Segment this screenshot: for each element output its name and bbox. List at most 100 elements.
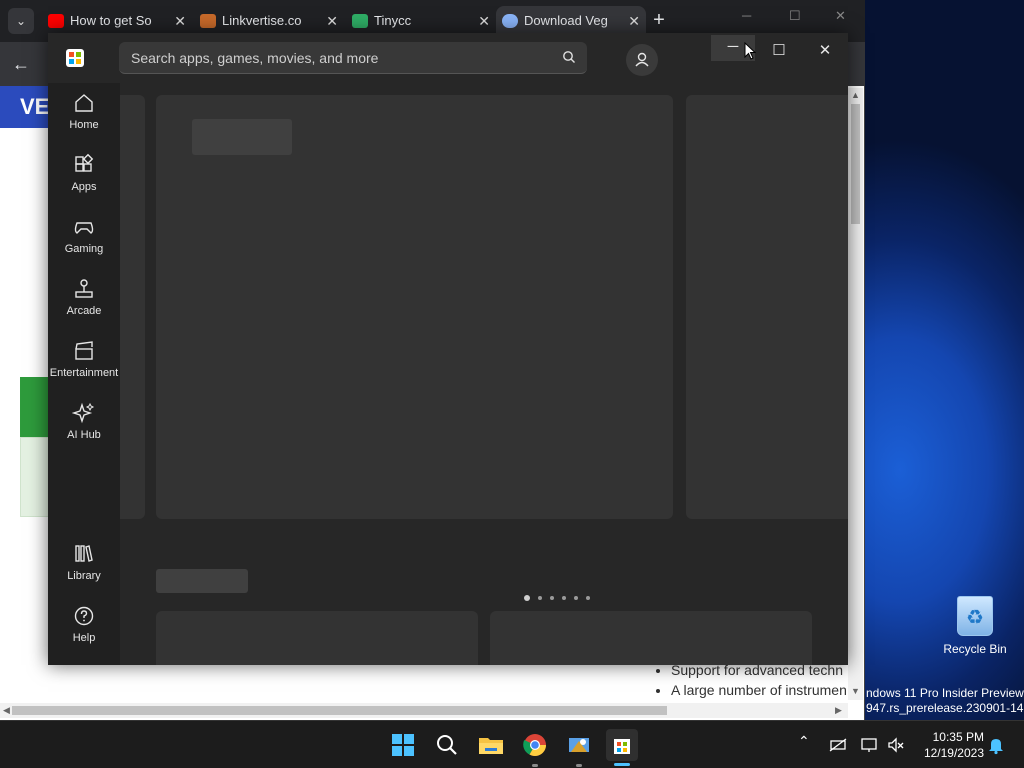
apps-icon <box>75 153 94 172</box>
active-indicator <box>614 763 630 766</box>
carousel-pager[interactable] <box>524 589 598 607</box>
scroll-right-icon[interactable]: ▶ <box>835 705 842 716</box>
watermark-line-2: 947.rs_prerelease.230901-1416 <box>866 701 1024 715</box>
scrollbar-thumb[interactable] <box>12 706 667 715</box>
store-taskbar-button[interactable] <box>606 729 638 761</box>
recycle-bin[interactable]: Recycle Bin <box>940 596 1010 656</box>
store-close-button[interactable]: ✕ <box>810 41 840 59</box>
sidebar-item-label: Entertainment <box>49 367 119 379</box>
sidebar-item-ai-hub[interactable]: AI Hub <box>48 401 120 459</box>
account-button[interactable] <box>626 44 658 76</box>
browser-close-button[interactable]: ✕ <box>835 8 846 24</box>
taskbar: ⌃ 10:35 PM 12/19/2023 <box>0 720 1024 768</box>
search-icon[interactable] <box>562 50 576 64</box>
scrollbar-thumb[interactable] <box>851 104 860 224</box>
tab-search-button[interactable]: ⌄ <box>8 8 34 34</box>
volume-muted-icon[interactable] <box>886 735 906 755</box>
search-input[interactable]: Search apps, games, movies, and more <box>119 42 587 74</box>
app-button[interactable] <box>563 729 595 761</box>
chrome-button[interactable] <box>519 729 551 761</box>
running-indicator <box>532 764 538 767</box>
green-banner <box>20 377 50 437</box>
chevron-down-icon: ⌄ <box>15 14 27 28</box>
back-arrow-icon[interactable]: ← <box>12 54 30 75</box>
gamepad-icon <box>74 222 94 234</box>
start-button[interactable] <box>387 729 419 761</box>
tab-label: Linkvertise.co <box>222 13 302 28</box>
sidebar-item-apps[interactable]: Apps <box>48 153 120 211</box>
sidebar-item-label: AI Hub <box>67 429 101 441</box>
placeholder-section-title <box>156 569 248 593</box>
file-explorer-button[interactable] <box>475 729 507 761</box>
close-icon[interactable]: ✕ <box>174 6 186 36</box>
carousel-card-prev[interactable] <box>120 95 145 519</box>
system-clock[interactable]: 10:35 PM 12/19/2023 <box>912 729 984 761</box>
recycle-bin-icon <box>957 596 993 636</box>
green-panel <box>20 437 50 517</box>
clapperboard-icon <box>75 341 93 360</box>
linkvertise-icon <box>200 14 216 28</box>
store-icon <box>614 739 630 754</box>
close-icon[interactable]: ✕ <box>478 6 490 36</box>
sidebar-item-label: Arcade <box>66 305 102 317</box>
scroll-left-icon[interactable]: ◀ <box>3 705 10 716</box>
placeholder-card[interactable] <box>490 611 812 665</box>
sidebar-item-entertainment[interactable]: Entertainment <box>48 339 120 397</box>
pager-dot[interactable] <box>538 595 542 600</box>
sidebar-item-home[interactable]: Home <box>48 91 120 149</box>
new-tab-button[interactable]: + <box>648 8 670 34</box>
taskbar-search-button[interactable] <box>431 729 463 761</box>
search-placeholder: Search apps, games, movies, and more <box>131 50 379 66</box>
placeholder-card[interactable] <box>156 611 478 665</box>
sidebar-item-arcade[interactable]: Arcade <box>48 277 120 335</box>
tab-download[interactable]: Download Veg ✕ <box>496 6 646 36</box>
pager-dot[interactable] <box>574 595 578 600</box>
notification-bell-icon[interactable] <box>986 735 1006 755</box>
pager-dot[interactable] <box>550 595 554 600</box>
library-icon <box>75 545 93 562</box>
store-window: Search apps, games, movies, and more ─ ☐… <box>48 33 848 665</box>
store-sidebar: Home Apps Gaming Arcade Entertainment AI… <box>48 83 120 665</box>
globe-icon <box>502 14 518 28</box>
pager-dot[interactable] <box>562 595 566 600</box>
sidebar-item-help[interactable]: Help <box>48 604 120 662</box>
pager-dot[interactable] <box>524 594 530 601</box>
help-icon <box>74 606 94 626</box>
vertical-scrollbar[interactable]: ▲ ▼ <box>848 88 863 700</box>
joystick-icon <box>75 279 93 298</box>
chrome-icon <box>523 734 546 756</box>
sidebar-item-gaming[interactable]: Gaming <box>48 215 120 273</box>
running-indicator <box>576 764 582 767</box>
pager-dot[interactable] <box>586 595 590 600</box>
network-icon[interactable] <box>828 735 848 755</box>
close-icon[interactable]: ✕ <box>326 6 338 36</box>
list-item: A large number of instrumen <box>671 680 850 700</box>
carousel-card-hero[interactable] <box>156 95 673 519</box>
sidebar-item-label: Help <box>72 632 96 644</box>
horizontal-scrollbar[interactable]: ◀ ▶ <box>0 703 848 718</box>
close-icon[interactable]: ✕ <box>628 6 640 36</box>
store-maximize-button[interactable]: ☐ <box>764 41 794 59</box>
sidebar-item-library[interactable]: Library <box>48 542 120 600</box>
page-logo[interactable]: VE <box>0 86 50 128</box>
tab-label: How to get So <box>70 13 152 28</box>
scroll-up-icon[interactable]: ▲ <box>851 90 860 100</box>
tab-youtube[interactable]: How to get So ✕ <box>42 6 192 36</box>
scroll-down-icon[interactable]: ▼ <box>851 686 860 696</box>
plus-icon: + <box>653 9 665 31</box>
browser-minimize-button[interactable]: ─ <box>742 8 751 23</box>
app-icon <box>569 738 589 752</box>
store-logo-icon <box>66 49 84 67</box>
chevron-up-icon[interactable]: ⌃ <box>798 733 810 750</box>
display-icon[interactable] <box>860 735 880 755</box>
tab-tinycc[interactable]: Tinycc ✕ <box>346 6 496 36</box>
store-content <box>120 83 848 665</box>
tab-linkvertise[interactable]: Linkvertise.co ✕ <box>194 6 344 36</box>
carousel-card-next[interactable] <box>686 95 848 519</box>
sidebar-item-label: Gaming <box>64 243 104 255</box>
placeholder-title <box>192 119 292 155</box>
browser-maximize-button[interactable]: ☐ <box>789 8 801 24</box>
youtube-icon <box>48 14 64 28</box>
sidebar-item-label: Apps <box>71 181 97 193</box>
feature-list: Support for advanced techn A large numbe… <box>655 660 850 700</box>
